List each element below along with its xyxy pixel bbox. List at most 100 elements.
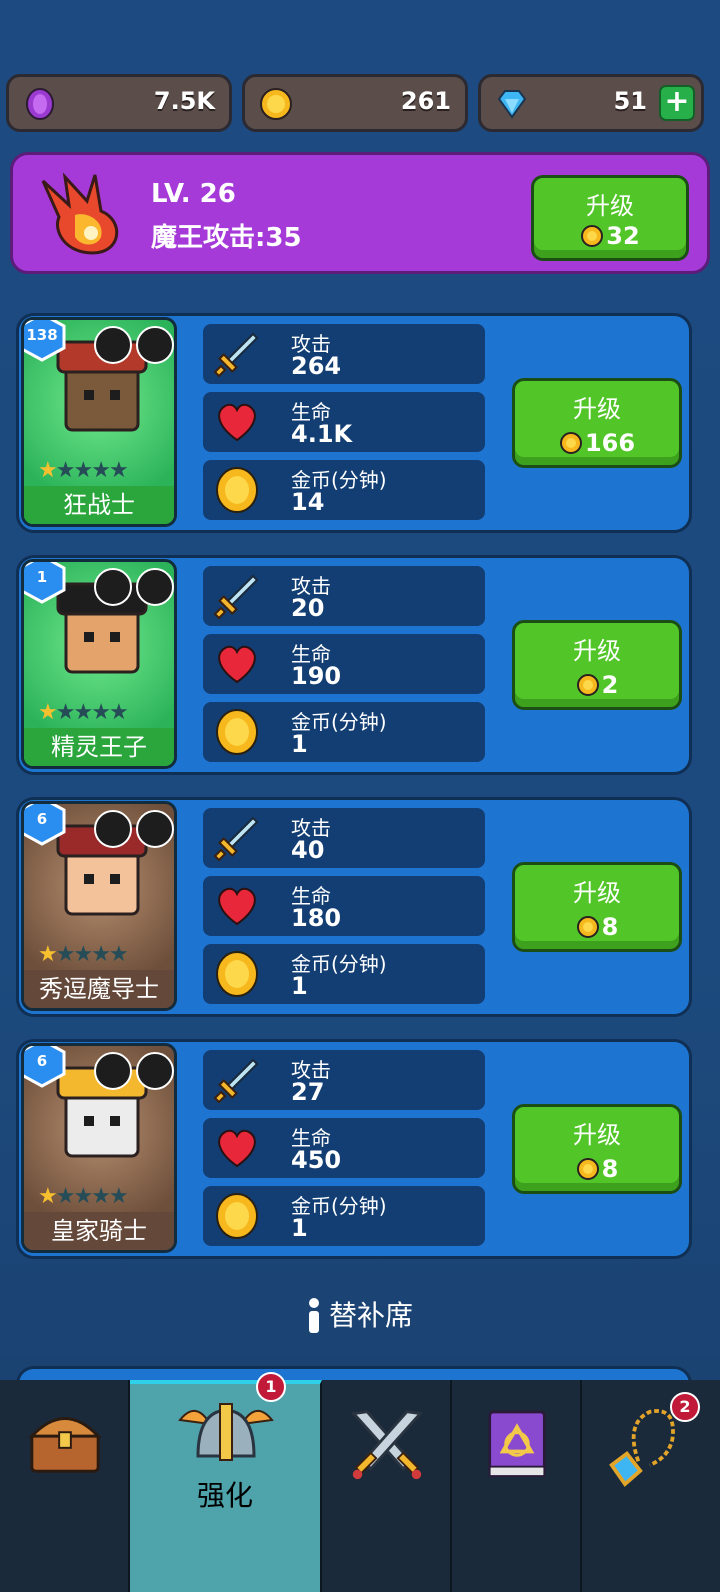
star-icon: ★	[108, 1184, 129, 1209]
star-icon: ★	[91, 942, 111, 967]
hp-stat: 生命 4.1K	[203, 392, 485, 452]
upgrade-cost: 8	[601, 913, 619, 941]
star-icon: ★	[108, 942, 129, 967]
hero-portrait[interactable]: 138 ★★★★★ 狂战士	[21, 317, 177, 527]
nav-tab-amulet[interactable]: 2	[582, 1380, 720, 1592]
upgrade-cost: 166	[584, 429, 636, 457]
sword-icon	[213, 1058, 259, 1104]
star-icon: ★	[55, 1184, 76, 1209]
gold-rate-stat: 金币(分钟) 14	[203, 460, 485, 520]
hero-card: 138 ★★★★★ 狂战士 攻击 264 生命 4.1K 金币(分钟) 14 升…	[16, 313, 692, 533]
info-person-icon	[308, 1298, 319, 1333]
gold-coin-icon	[216, 709, 258, 755]
spellbook-icon	[488, 1410, 546, 1477]
bench-button[interactable]: 替补席	[0, 1294, 720, 1334]
attack-stat: 攻击 20	[203, 566, 485, 626]
hero-portrait[interactable]: 1 ★★★★★ 精灵王子	[21, 559, 177, 769]
boss-attack-banner: LV. 26 魔王攻击:35 升级 32	[10, 152, 710, 274]
boss-upgrade-button[interactable]: 升级 32	[531, 175, 689, 261]
star-rating: ★★★★★	[38, 458, 129, 483]
level-badge: 6	[24, 1046, 66, 1088]
helmet-icon	[94, 810, 132, 848]
dagger-icon	[136, 568, 174, 606]
gem-icon	[497, 90, 527, 119]
attack-stat: 攻击 27	[203, 1050, 485, 1110]
winged-helmet-icon	[178, 1403, 274, 1461]
hero-upgrade-button[interactable]: 升级 2	[512, 620, 682, 710]
sword-icon	[136, 1052, 174, 1090]
hp-stat: 生命 190	[203, 634, 485, 694]
hero-name: 精灵王子	[24, 728, 174, 766]
fireball-icon	[41, 172, 119, 255]
boss-level: LV. 26	[151, 179, 236, 209]
purple-coin-value: 7.5K	[153, 87, 215, 115]
hero-level: 6	[36, 1052, 48, 1070]
attack-stat: 攻击 264	[203, 324, 485, 384]
attack-value: 40	[291, 836, 325, 864]
boss-attack: 魔王攻击:35	[151, 223, 302, 253]
gold-coin-bar: 261	[242, 74, 468, 132]
gold-coin-value: 261	[400, 87, 451, 115]
hero-portrait[interactable]: 6 ★★★★★ 秀逗魔导士	[21, 801, 177, 1011]
hero-name: 秀逗魔导士	[24, 970, 174, 1008]
upgrade-label: 升级	[573, 395, 621, 423]
wand-icon	[136, 810, 174, 848]
nav-tab-spellbook[interactable]	[452, 1380, 582, 1592]
hero-upgrade-button[interactable]: 升级 166	[512, 378, 682, 468]
sword-icon	[213, 816, 259, 862]
hero-card: 6 ★★★★★ 秀逗魔导士 攻击 40 生命 180 金币(分钟) 1 升级 8	[16, 797, 692, 1017]
hp-stat: 生命 450	[203, 1118, 485, 1178]
heart-icon	[218, 1129, 256, 1168]
hero-upgrade-button[interactable]: 升级 8	[512, 1104, 682, 1194]
nav-label-upgrade: 强化	[196, 1479, 253, 1512]
sword-icon	[213, 332, 259, 378]
gold-rate-stat: 金币(分钟) 1	[203, 702, 485, 762]
orc-face-icon	[94, 326, 132, 364]
star-icon: ★	[55, 942, 76, 967]
elf-face-icon	[94, 568, 132, 606]
upgrade-cost: 8	[601, 1155, 619, 1183]
level-badge: 138	[24, 320, 66, 362]
star-icon: ★	[55, 458, 76, 483]
star-icon: ★	[38, 458, 58, 483]
heart-icon	[218, 403, 256, 442]
gold-coin-icon	[216, 467, 258, 513]
nav-tab-upgrade[interactable]: 强化 1	[130, 1372, 322, 1592]
nav-tab-chest[interactable]	[0, 1380, 130, 1592]
heart-icon	[218, 645, 256, 684]
amulet-icon	[609, 1409, 675, 1487]
star-rating: ★★★★★	[38, 1184, 129, 1209]
attack-value: 264	[291, 352, 342, 380]
attack-value: 20	[291, 594, 325, 622]
star-icon: ★	[38, 942, 58, 967]
upgrade-cost: 32	[606, 222, 640, 250]
purple-coin-icon	[26, 88, 54, 120]
star-icon: ★	[91, 1184, 111, 1209]
bottom-nav: 强化 1 2	[0, 1372, 720, 1592]
add-gems-button[interactable]: +	[659, 85, 695, 121]
nav-tab-battle[interactable]	[322, 1380, 452, 1592]
hero-level: 138	[26, 326, 58, 344]
gold-rate-value: 1	[291, 730, 308, 758]
attack-stat: 攻击 40	[203, 808, 485, 868]
star-icon: ★	[108, 700, 129, 725]
star-icon: ★	[91, 700, 111, 725]
hero-upgrade-button[interactable]: 升级 8	[512, 862, 682, 952]
gem-bar: 51 +	[478, 74, 704, 132]
star-rating: ★★★★★	[38, 942, 129, 967]
star-icon: ★	[38, 700, 58, 725]
gold-coin-icon	[216, 1193, 258, 1239]
hp-value: 190	[291, 662, 342, 690]
sword-icon	[136, 326, 174, 364]
hp-value: 450	[291, 1146, 342, 1174]
hero-card: 6 ★★★★★ 皇家骑士 攻击 27 生命 450 金币(分钟) 1 升级 8	[16, 1039, 692, 1259]
hp-stat: 生命 180	[203, 876, 485, 936]
upgrade-label: 升级	[573, 1121, 621, 1149]
star-icon: ★	[73, 942, 93, 967]
gold-coin-icon	[576, 916, 599, 938]
hero-name: 皇家骑士	[24, 1212, 174, 1250]
gold-coin-icon	[559, 432, 582, 454]
gold-rate-stat: 金币(分钟) 1	[203, 944, 485, 1004]
upgrade-cost: 2	[601, 671, 619, 699]
hero-portrait[interactable]: 6 ★★★★★ 皇家骑士	[21, 1043, 177, 1253]
